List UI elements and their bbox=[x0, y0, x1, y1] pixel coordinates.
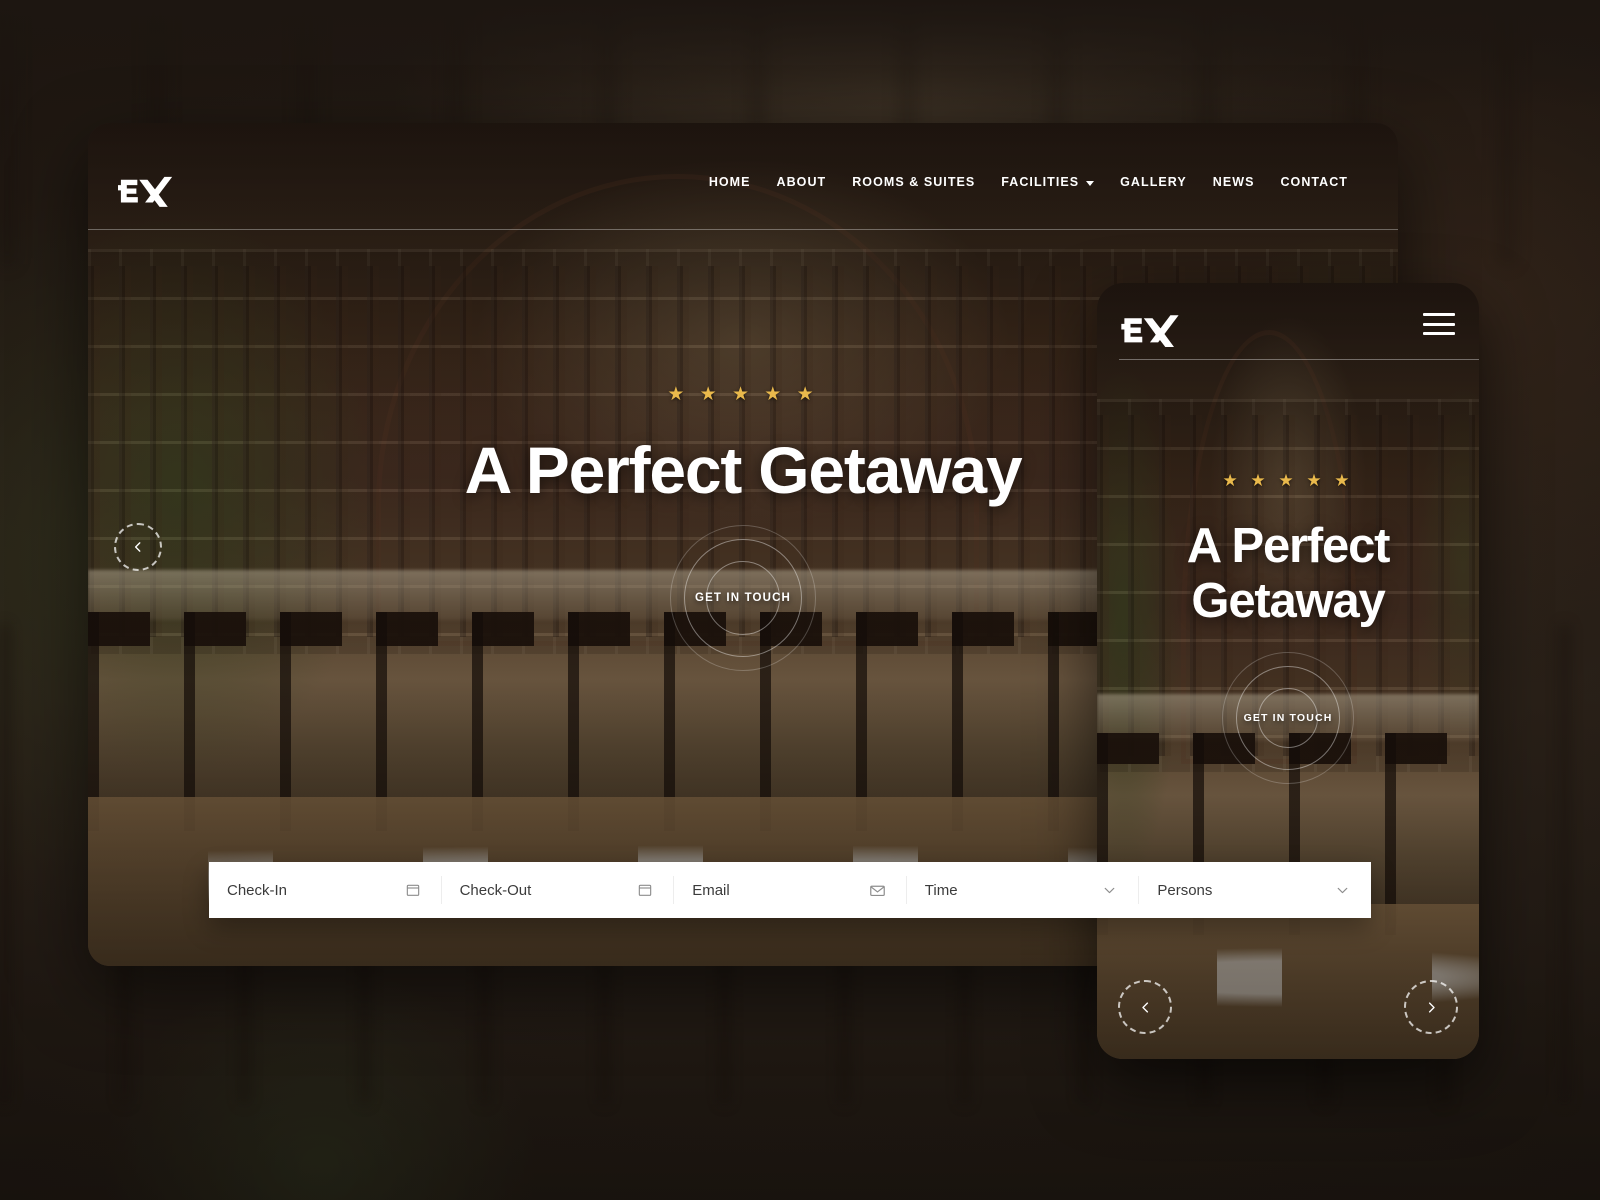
get-in-touch-button[interactable]: GET IN TOUCH bbox=[670, 525, 816, 672]
desktop-header: HOME ABOUT ROOMS & SUITES FACILITIES GAL… bbox=[88, 123, 1398, 247]
calendar-icon bbox=[637, 882, 653, 898]
booking-field-label: Email bbox=[692, 881, 730, 899]
booking-field-check-in[interactable]: Check-In bbox=[209, 862, 441, 918]
booking-bar: Check-In Check-Out Email Time Persons bbox=[209, 862, 1371, 918]
get-in-touch-label: GET IN TOUCH bbox=[694, 592, 791, 605]
chevron-down-icon bbox=[1086, 180, 1095, 186]
booking-field-label: Persons bbox=[1157, 881, 1213, 899]
brand-logo-icon bbox=[118, 176, 173, 207]
nav-item-contact[interactable]: CONTACT bbox=[1280, 175, 1348, 189]
booking-field-label: Check-In bbox=[227, 881, 288, 899]
hamburger-bar bbox=[1423, 332, 1455, 335]
nav-label: HOME bbox=[708, 175, 751, 189]
mobile-slider-next-button[interactable] bbox=[1404, 980, 1458, 1034]
envelope-icon bbox=[869, 882, 886, 899]
primary-navigation: HOME ABOUT ROOMS & SUITES FACILITIES GAL… bbox=[709, 175, 1348, 189]
brand-logo[interactable] bbox=[118, 167, 176, 209]
chevron-down-icon bbox=[1101, 882, 1118, 899]
background-top-shade bbox=[0, 0, 1600, 108]
mobile-slider-prev-button[interactable] bbox=[1118, 980, 1172, 1034]
booking-field-email[interactable]: Email bbox=[674, 862, 906, 918]
nav-item-facilities[interactable]: FACILITIES bbox=[1001, 175, 1095, 189]
nav-item-rooms-suites[interactable]: ROOMS & SUITES bbox=[852, 175, 975, 189]
nav-item-news[interactable]: NEWS bbox=[1213, 175, 1255, 189]
hamburger-bar bbox=[1423, 322, 1455, 326]
nav-item-gallery[interactable]: GALLERY bbox=[1120, 175, 1187, 189]
chevron-left-icon bbox=[134, 542, 141, 552]
brand-logo-icon bbox=[1121, 315, 1179, 347]
mobile-mockup: ★ ★ ★ ★ ★ A Perfect Getaway GET IN TOUCH bbox=[1097, 283, 1479, 1059]
booking-field-label: Check-Out bbox=[459, 881, 532, 899]
nav-label: FACILITIES bbox=[1001, 175, 1080, 189]
nav-item-home[interactable]: HOME bbox=[709, 175, 751, 189]
get-in-touch-button[interactable]: GET IN TOUCH bbox=[1222, 651, 1354, 784]
nav-label: CONTACT bbox=[1280, 175, 1348, 189]
booking-field-check-out[interactable]: Check-Out bbox=[442, 862, 674, 918]
nav-label: ABOUT bbox=[776, 175, 827, 189]
booking-field-persons[interactable]: Persons bbox=[1139, 862, 1371, 918]
brand-logo[interactable] bbox=[1121, 305, 1183, 349]
chevron-left-icon bbox=[1141, 1001, 1148, 1013]
booking-field-label: Time bbox=[924, 881, 958, 899]
slider-prev-button[interactable] bbox=[114, 523, 162, 571]
get-in-touch-label: GET IN TOUCH bbox=[1243, 711, 1333, 724]
hamburger-menu-icon[interactable] bbox=[1423, 313, 1455, 335]
mobile-header bbox=[1097, 283, 1479, 373]
hamburger-bar bbox=[1423, 313, 1455, 316]
nav-label: GALLERY bbox=[1120, 175, 1187, 189]
nav-label: NEWS bbox=[1212, 175, 1255, 189]
chevron-right-icon bbox=[1428, 1001, 1435, 1013]
booking-field-time[interactable]: Time bbox=[907, 862, 1139, 918]
nav-label: ROOMS & SUITES bbox=[852, 175, 976, 189]
chevron-down-icon bbox=[1334, 882, 1351, 899]
calendar-icon bbox=[405, 882, 421, 898]
nav-item-about[interactable]: ABOUT bbox=[777, 175, 827, 189]
